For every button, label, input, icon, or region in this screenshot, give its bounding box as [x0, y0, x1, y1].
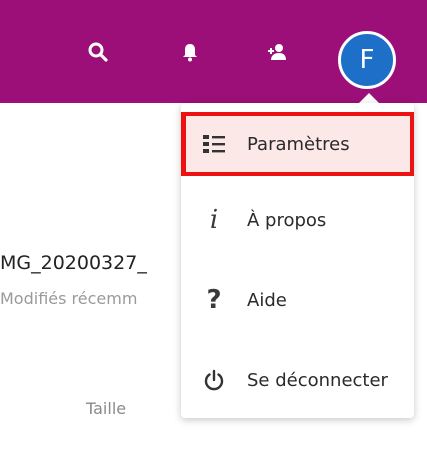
menu-item-about[interactable]: i À propos: [181, 190, 414, 250]
menu-item-label: Aide: [247, 289, 287, 311]
menu-item-logout[interactable]: Se déconnecter: [181, 350, 414, 410]
menu-item-label: Paramètres: [247, 133, 350, 155]
menu-pointer: [359, 93, 379, 103]
settings-list-icon: [201, 131, 227, 157]
menu-item-label: À propos: [247, 209, 327, 231]
menu-item-settings[interactable]: Paramètres: [181, 112, 414, 176]
info-icon: i: [209, 205, 219, 235]
user-avatar[interactable]: F: [338, 31, 396, 89]
search-icon[interactable]: [86, 40, 110, 64]
file-name[interactable]: MG_20200327_: [0, 252, 180, 274]
menu-item-help[interactable]: ? Aide: [181, 270, 414, 330]
help-icon: ?: [206, 285, 222, 315]
user-menu: Paramètres i À propos ? Aide Se déconnec…: [181, 103, 414, 418]
contacts-icon[interactable]: [265, 40, 289, 64]
menu-item-label: Se déconnecter: [247, 369, 388, 391]
recent-subtitle: Modifiés récemm: [0, 289, 138, 308]
column-header-size[interactable]: Taille: [86, 399, 126, 418]
bell-icon[interactable]: [178, 40, 202, 64]
top-bar: F: [0, 0, 427, 103]
power-icon: [201, 367, 227, 393]
